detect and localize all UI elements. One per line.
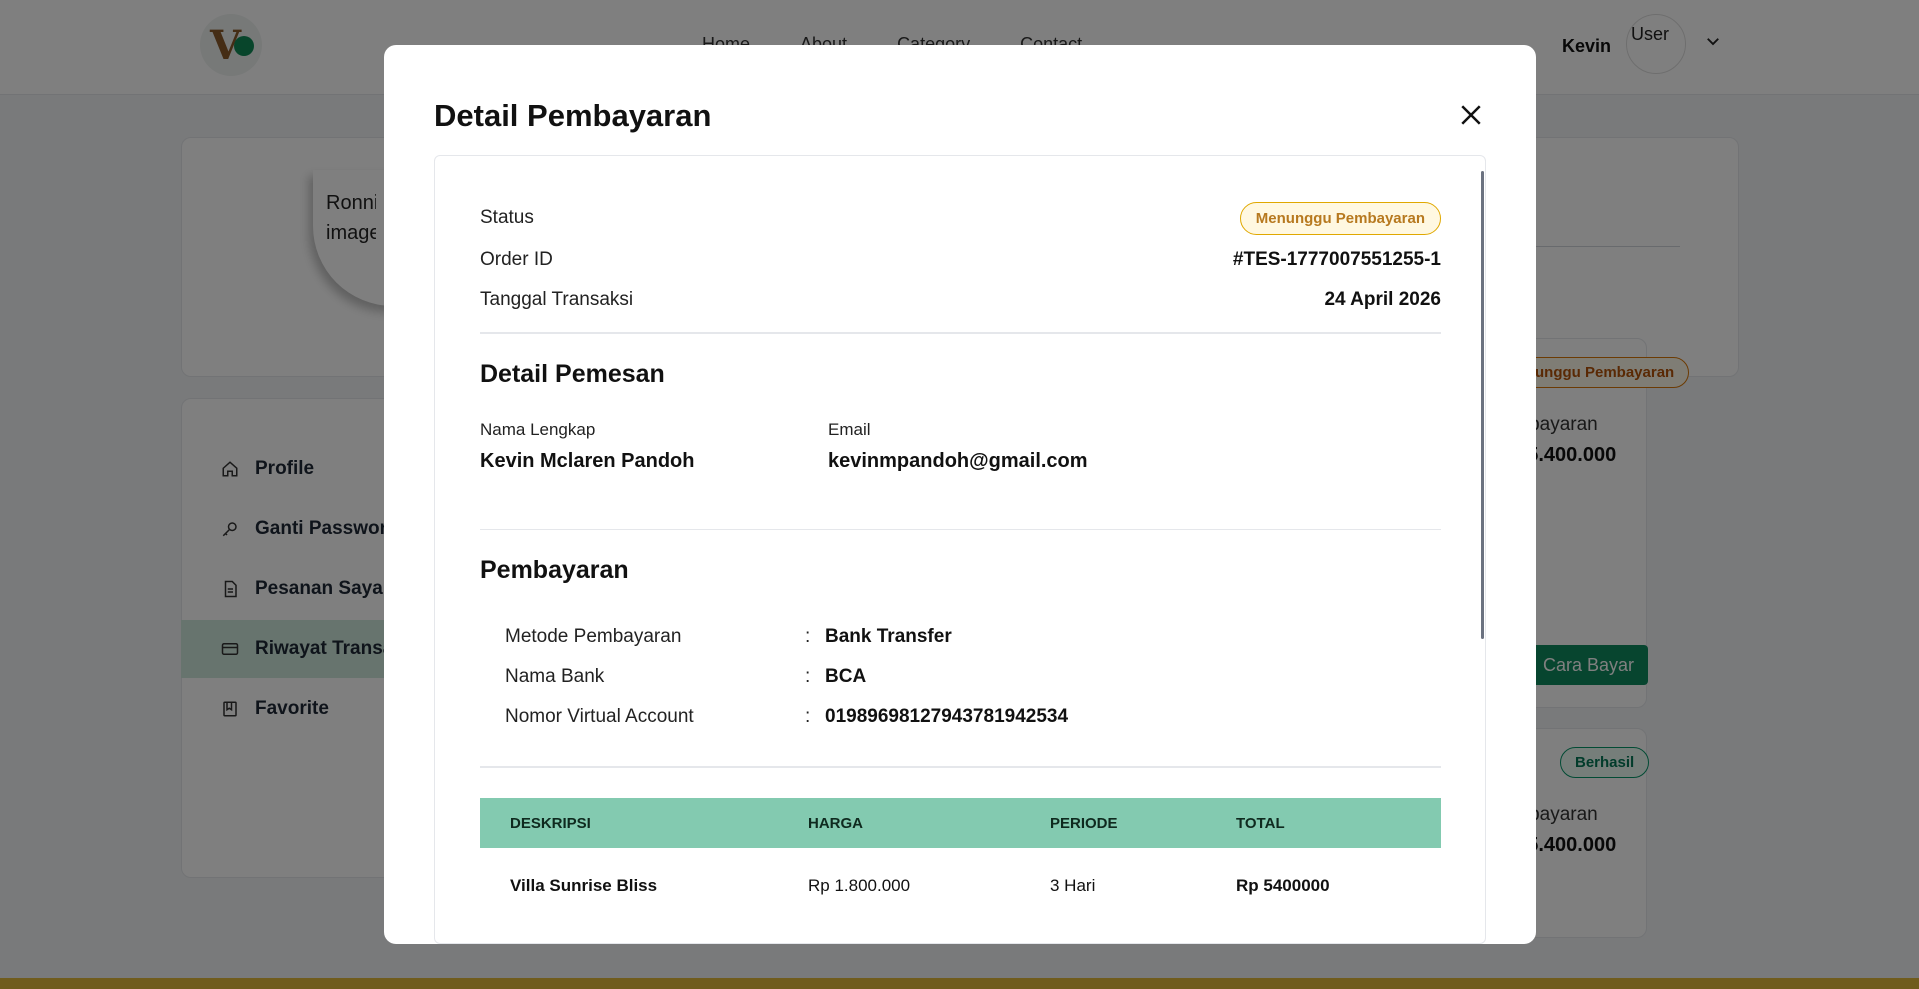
order-id-label: Order ID [480, 249, 553, 270]
modal-body[interactable]: Status Menunggu Pembayaran Order ID #TES… [434, 155, 1486, 944]
table-header: DESKRIPSI HARGA PERIODE TOTAL [480, 798, 1441, 848]
method-label: Metode Pembayaran [505, 626, 682, 647]
status-badge: Menunggu Pembayaran [1239, 202, 1441, 235]
email-label: Email [828, 420, 871, 439]
table-cell-total: Rp 5400000 [1236, 876, 1330, 895]
divider [480, 766, 1441, 768]
date-value: 24 April 2026 [1324, 289, 1441, 310]
table-header-cell: DESKRIPSI [510, 815, 591, 832]
colon: : [805, 626, 811, 647]
table-cell-description: Villa Sunrise Bliss [510, 876, 658, 895]
table-header-cell: HARGA [808, 815, 863, 832]
status-label: Status [480, 207, 534, 228]
table-cell-period: 3 Hari [1050, 876, 1096, 895]
name-label: Nama Lengkap [480, 420, 596, 439]
method-value: Bank Transfer [825, 626, 952, 647]
table-header-cell: TOTAL [1236, 815, 1285, 832]
customer-section-title: Detail Pemesan [480, 360, 665, 388]
divider [480, 332, 1441, 334]
close-icon[interactable] [1456, 100, 1486, 130]
colon: : [805, 706, 811, 727]
date-label: Tanggal Transaksi [480, 289, 634, 310]
name-value: Kevin Mclaren Pandoh [480, 450, 695, 472]
va-value: 01989698127943781942534 [825, 706, 1069, 727]
colon: : [805, 666, 811, 687]
email-value: kevinmpandoh@gmail.com [828, 450, 1088, 472]
modal-title: Detail Pembayaran [434, 98, 712, 133]
bank-label: Nama Bank [505, 666, 605, 687]
payment-section-title: Pembayaran [480, 556, 629, 584]
table-cell-price: Rp 1.800.000 [808, 876, 911, 895]
table-header-cell: PERIODE [1050, 815, 1118, 832]
order-id-value: #TES-1777007551255-1 [1232, 249, 1441, 270]
scrollbar[interactable] [1481, 171, 1484, 639]
divider [480, 529, 1441, 530]
bank-value: BCA [825, 666, 867, 687]
va-label: Nomor Virtual Account [505, 706, 694, 727]
payment-detail-modal: Detail Pembayaran Status Menunggu Pembay… [384, 45, 1536, 944]
